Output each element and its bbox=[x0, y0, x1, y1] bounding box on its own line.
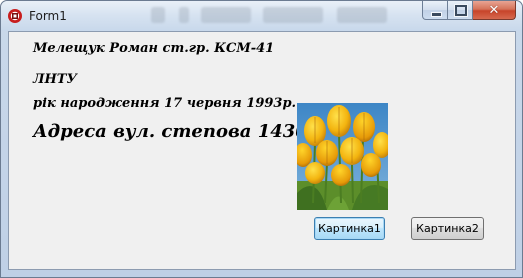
minimize-button[interactable] bbox=[422, 1, 448, 20]
background-blur bbox=[201, 7, 251, 23]
student-name-label: Мелещук Роман ст.гр. КСМ-41 bbox=[33, 41, 275, 56]
birth-date-label: рік народження 17 червня 1993р. bbox=[33, 96, 297, 111]
tulips-picture bbox=[297, 103, 388, 210]
delphi-icon[interactable] bbox=[7, 8, 23, 24]
background-blur bbox=[263, 7, 323, 23]
minimize-icon bbox=[431, 12, 442, 17]
background-blur bbox=[151, 7, 165, 23]
picture1-button[interactable]: Картинка1 bbox=[314, 217, 385, 240]
university-label: ЛНТУ bbox=[33, 72, 78, 87]
maximize-button[interactable] bbox=[448, 1, 473, 20]
maximize-icon bbox=[454, 4, 468, 17]
close-icon: ✕ bbox=[488, 2, 500, 18]
caption-buttons: ✕ bbox=[422, 1, 516, 21]
picture2-button[interactable]: Картинка2 bbox=[411, 217, 484, 240]
background-blur bbox=[337, 7, 387, 23]
form-client-area: Мелещук Роман ст.гр. КСМ-41 ЛНТУ рік нар… bbox=[8, 31, 516, 270]
close-button[interactable]: ✕ bbox=[473, 1, 516, 20]
app-window: Form1 ✕ Мелещук Роман ст.гр. КСМ-41 ЛНТУ… bbox=[0, 0, 523, 278]
tulips-image bbox=[297, 103, 388, 210]
address-label: Адреса вул. степова 143б bbox=[33, 121, 309, 142]
background-blur bbox=[179, 7, 189, 23]
window-title: Form1 bbox=[29, 9, 67, 23]
title-bar[interactable]: Form1 ✕ bbox=[1, 1, 522, 31]
